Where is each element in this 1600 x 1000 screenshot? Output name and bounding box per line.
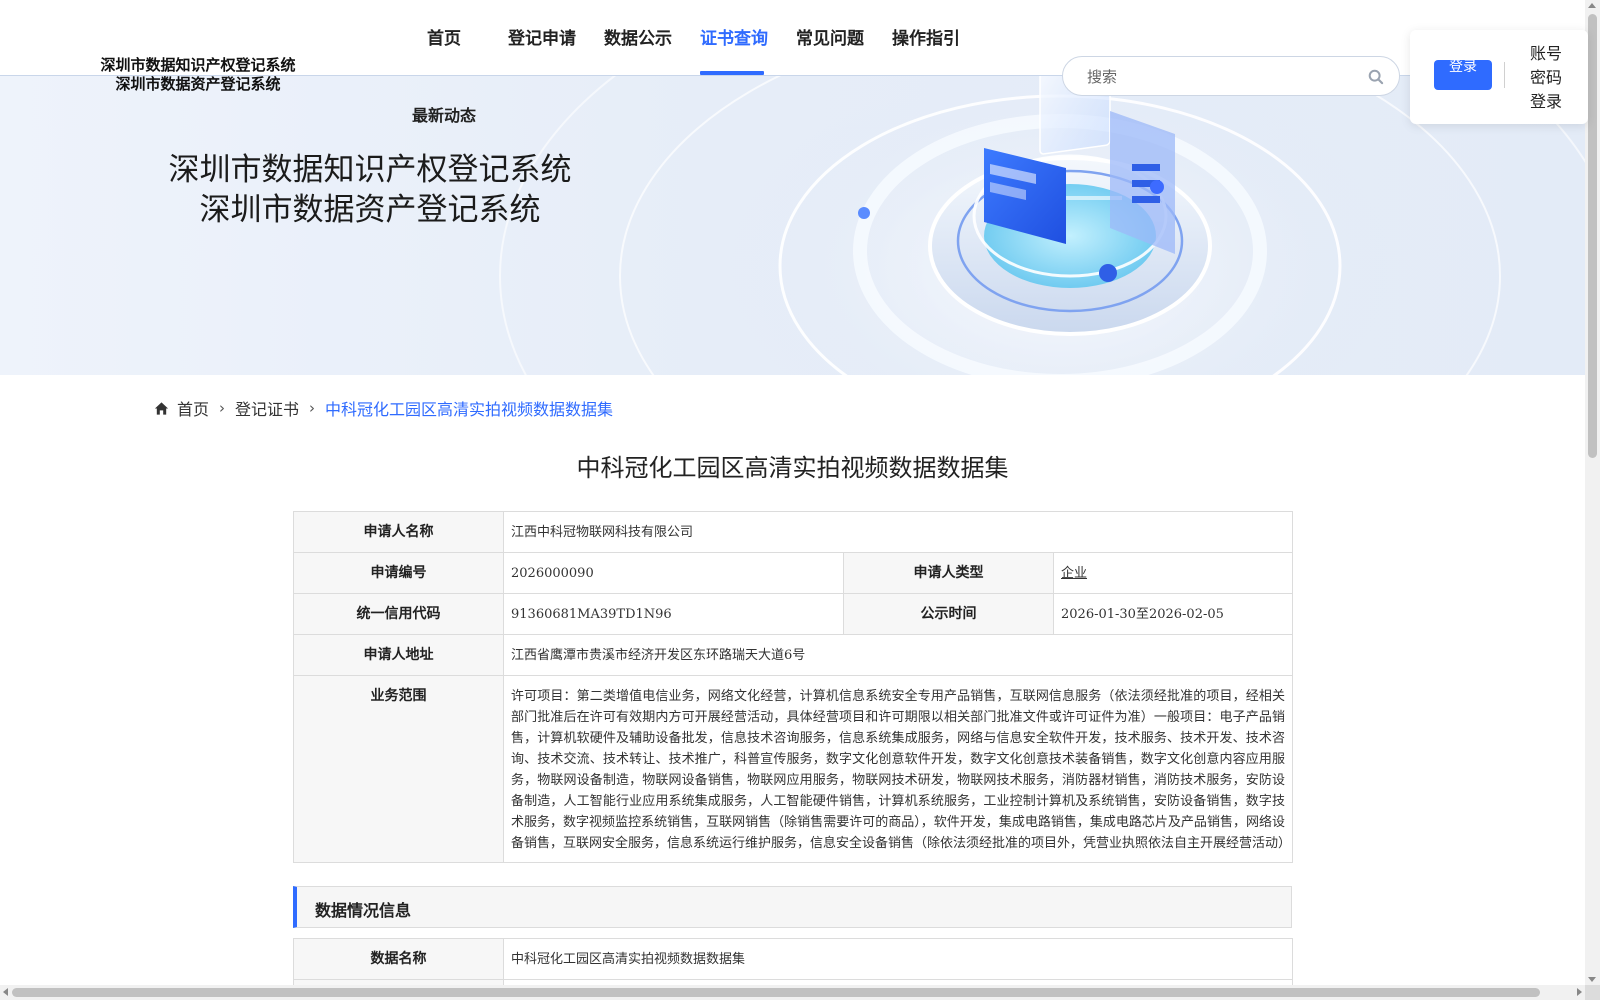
applicant-info-table: 申请人名称 江西中科冠物联网科技有限公司 申请编号 2026000090 申请人… xyxy=(293,511,1293,863)
scroll-left-icon[interactable] xyxy=(3,988,8,996)
table-row: 数据名称 中科冠化工园区高清实拍视频数据数据集 xyxy=(293,938,1293,980)
site-logo[interactable]: 深圳市数据知识产权登记系统 深圳市数据资产登记系统 xyxy=(88,56,308,94)
chevron-right-icon: › xyxy=(219,399,226,417)
business-scope-label: 业务范围 xyxy=(293,675,504,863)
scrollbar-corner xyxy=(1585,985,1600,1000)
login-button[interactable]: 登录 xyxy=(1434,60,1492,90)
logo-line-2: 深圳市数据资产登记系统 xyxy=(115,75,281,93)
login-divider xyxy=(1504,62,1505,88)
table-row: 统一信用代码 91360681MA39TD1N96 公示时间 2026-01-3… xyxy=(293,593,1293,635)
nav-faq[interactable]: 常见问题 xyxy=(796,24,864,49)
search-icon[interactable] xyxy=(1367,68,1385,86)
banner-title-line-1: 深圳市数据知识产权登记系统 xyxy=(168,152,572,188)
application-number-value: 2026000090 xyxy=(503,552,844,594)
nav-guide[interactable]: 操作指引 xyxy=(892,24,960,49)
table-row: 申请编号 2026000090 申请人类型 企业 xyxy=(293,552,1293,594)
nav-certificate-query[interactable]: 证书查询 xyxy=(700,24,768,49)
credit-code-value: 91360681MA39TD1N96 xyxy=(503,593,844,635)
scroll-up-icon[interactable] xyxy=(1588,3,1596,8)
applicant-type-cell: 企业 xyxy=(1053,552,1293,594)
login-panel: 登录 账号 密码 登录 xyxy=(1410,30,1588,124)
page-title: 中科冠化工园区高清实拍视频数据数据集 xyxy=(576,454,1009,482)
publicity-time-value: 2026-01-30至2026-02-05 xyxy=(1053,593,1293,635)
applicant-name-value: 江西中科冠物联网科技有限公司 xyxy=(503,511,1293,553)
publicity-time-label: 公示时间 xyxy=(843,593,1054,635)
table-row: 业务范围 许可项目：第二类增值电信业务，网络文化经营，计算机信息系统安全专用产品… xyxy=(293,675,1293,863)
credit-code-label: 统一信用代码 xyxy=(293,593,504,635)
breadcrumb-current: 中科冠化工园区高清实拍视频数据数据集 xyxy=(325,400,614,419)
section-title: 数据情况信息 xyxy=(315,901,412,920)
scroll-down-icon[interactable] xyxy=(1588,977,1596,982)
data-name-label: 数据名称 xyxy=(293,938,504,980)
applicant-type-value: 企业 xyxy=(1061,566,1088,581)
home-icon[interactable] xyxy=(154,401,169,416)
applicant-address-value: 江西省鹰潭市贵溪市经济开发区东环路瑞天大道6号 xyxy=(503,634,1293,676)
applicant-name-label: 申请人名称 xyxy=(293,511,504,553)
vertical-scrollbar[interactable] xyxy=(1585,0,1600,985)
nav-home[interactable]: 首页 xyxy=(427,24,461,49)
search-input[interactable] xyxy=(1087,66,1347,88)
scroll-right-icon[interactable] xyxy=(1577,988,1582,996)
chevron-right-icon: › xyxy=(309,399,316,417)
data-name-value: 中科冠化工园区高清实拍视频数据数据集 xyxy=(503,938,1293,980)
logo-line-1: 深圳市数据知识产权登记系统 xyxy=(100,56,296,74)
login-link[interactable]: 登录 xyxy=(1530,88,1562,112)
table-row: 申请人名称 江西中科冠物联网科技有限公司 xyxy=(293,511,1293,553)
breadcrumb: 首页 › 登记证书 › 中科冠化工园区高清实拍视频数据数据集 xyxy=(154,396,613,420)
nav-apply[interactable]: 登记申请 xyxy=(508,24,576,49)
banner-title-line-2: 深圳市数据资产登记系统 xyxy=(199,192,541,228)
applicant-type-label: 申请人类型 xyxy=(843,552,1054,594)
breadcrumb-certificates[interactable]: 登记证书 xyxy=(235,396,299,420)
banner-title: 深圳市数据知识产权登记系统 深圳市数据资产登记系统 xyxy=(150,150,590,230)
hero-banner: 深圳市数据知识产权登记系统 深圳市数据资产登记系统 xyxy=(0,76,1585,375)
nav-publicity[interactable]: 数据公示 xyxy=(604,24,672,49)
search-box xyxy=(1062,56,1400,96)
vertical-scroll-thumb[interactable] xyxy=(1588,14,1597,458)
table-row: 申请人地址 江西省鹰潭市贵溪市经济开发区东环路瑞天大道6号 xyxy=(293,634,1293,676)
breadcrumb-home[interactable]: 首页 xyxy=(177,396,209,420)
data-info-section-header: 数据情况信息 xyxy=(293,886,1292,928)
account-link[interactable]: 账号 xyxy=(1530,40,1562,64)
password-link[interactable]: 密码 xyxy=(1530,64,1562,88)
nav-news[interactable]: 最新动态 xyxy=(412,102,476,126)
nav-active-indicator xyxy=(700,71,764,75)
applicant-address-label: 申请人地址 xyxy=(293,634,504,676)
horizontal-scrollbar[interactable] xyxy=(0,985,1585,1000)
application-number-label: 申请编号 xyxy=(293,552,504,594)
business-scope-value: 许可项目：第二类增值电信业务，网络文化经营，计算机信息系统安全专用产品销售，互联… xyxy=(503,675,1293,863)
horizontal-scroll-thumb[interactable] xyxy=(12,988,1540,997)
